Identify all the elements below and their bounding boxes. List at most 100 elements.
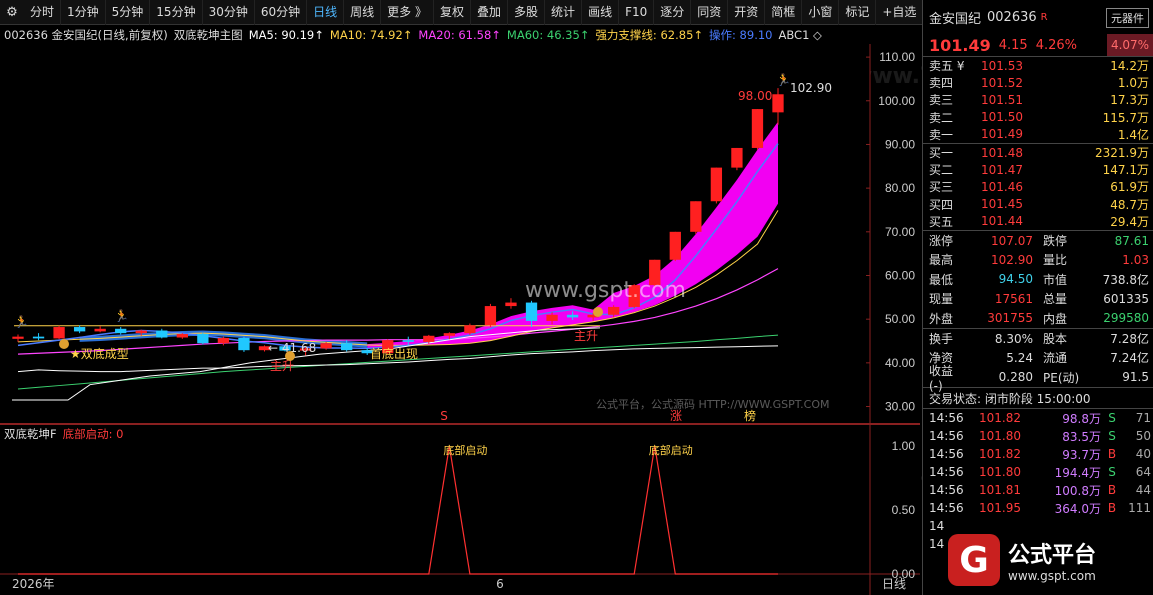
- toolbar-item[interactable]: 画线: [582, 0, 620, 25]
- candle-body[interactable]: [217, 337, 230, 344]
- stats1-l2: 量比: [1043, 253, 1068, 268]
- sell-vol: 115.7万: [1102, 110, 1149, 125]
- toolbar-item[interactable]: 统计: [545, 0, 583, 25]
- candlestick-chart[interactable]: 110.00 100.00 90.00 80.00 70.00 60.00 50.00 40.…: [0, 44, 920, 424]
- sell-row[interactable]: 卖五 ¥ 101.53 14.2万: [923, 57, 1153, 74]
- x-month-label: 6: [496, 577, 504, 591]
- y-tick-label: 60.00: [885, 268, 915, 282]
- sell-row[interactable]: 卖一 101.49 1.4亿: [923, 126, 1153, 143]
- toolbar-item[interactable]: 更多 》: [381, 0, 434, 25]
- sell-row[interactable]: 卖四 101.52 1.0万: [923, 74, 1153, 91]
- stats1-v1: 94.50: [998, 272, 1033, 287]
- candle-body[interactable]: [73, 327, 86, 332]
- toolbar-item[interactable]: 5分钟: [106, 0, 151, 25]
- candle-body[interactable]: [32, 336, 45, 339]
- toolbar-item[interactable]: 30分钟: [203, 0, 255, 25]
- trade-status: 交易状态: 闭市阶段 15:00:00: [923, 387, 1153, 409]
- sell-row[interactable]: 卖三 101.51 17.3万: [923, 91, 1153, 108]
- buy-label: 买一: [929, 146, 954, 161]
- candle-body[interactable]: [135, 330, 147, 334]
- candle-body[interactable]: [608, 306, 620, 315]
- toolbar-item[interactable]: 分时: [24, 0, 62, 25]
- candle-body[interactable]: [772, 94, 784, 113]
- toolbar-item[interactable]: 小窗: [802, 0, 840, 25]
- toolbar-item[interactable]: 多股: [508, 0, 546, 25]
- tick-t: 14:56: [929, 447, 964, 461]
- buy-row[interactable]: 买二 101.47 147.1万: [923, 161, 1153, 178]
- tick-n: 44: [1135, 483, 1151, 497]
- candle-body[interactable]: [751, 109, 764, 148]
- toolbar-item[interactable]: 简框: [765, 0, 803, 25]
- buy-vol: 147.1万: [1102, 163, 1149, 178]
- candle-body[interactable]: [197, 334, 209, 344]
- tick-n: 50: [1135, 429, 1151, 443]
- buy-row[interactable]: 买三 101.46 61.9万: [923, 178, 1153, 195]
- candle-body[interactable]: [710, 167, 723, 202]
- sell-row[interactable]: 卖二 101.50 115.7万: [923, 109, 1153, 126]
- sub-indicator-name[interactable]: 双底乾坤F: [4, 426, 57, 442]
- toolbar-item[interactable]: 60分钟: [255, 0, 308, 25]
- tick-p: 101.81: [979, 483, 1021, 497]
- toolbar-item[interactable]: +自选: [876, 0, 924, 25]
- tick-v: 194.4万: [1054, 465, 1101, 480]
- candle-body[interactable]: [423, 335, 435, 342]
- candle-body[interactable]: [566, 314, 579, 318]
- tick-s: B: [1107, 483, 1117, 497]
- candle-body[interactable]: [443, 333, 455, 336]
- toolbar-item[interactable]: 开资: [728, 0, 766, 25]
- buy-vol: 29.4万: [1110, 214, 1149, 229]
- candle-body[interactable]: [464, 325, 476, 334]
- target-price-label: 98.00: [738, 89, 772, 103]
- toolbar-item[interactable]: 日线: [307, 0, 345, 25]
- candle-body[interactable]: [402, 340, 414, 342]
- bottom-start-label: 底部启动: [649, 443, 693, 457]
- indicator-name[interactable]: 双底乾坤主图: [174, 27, 243, 43]
- candle-body[interactable]: [669, 231, 681, 260]
- stats1-v2: 87.61: [1114, 233, 1149, 248]
- candle-body[interactable]: [546, 314, 558, 321]
- sub-indicator-chart[interactable]: 1.000.500.00底部启动 底部启动2026年 6 日线: [0, 424, 920, 595]
- toolbar-item[interactable]: 同资: [691, 0, 729, 25]
- toolbar-item[interactable]: 15分钟: [150, 0, 203, 25]
- y-tick-label: 50.00: [885, 312, 915, 326]
- quote-panel: 金安国纪 002636 R 元器件 101.49 4.15 4.26% 4.07…: [922, 0, 1153, 595]
- sub-signal-value: 底部启动: 0: [62, 427, 124, 441]
- toolbar-item[interactable]: 1分钟: [61, 0, 106, 25]
- sector-pct: 4.07%: [1107, 34, 1153, 56]
- stock-title: 金安国纪 002636 R 元器件: [923, 0, 1153, 34]
- toolbar-item[interactable]: F10: [619, 0, 655, 25]
- candle-body[interactable]: [525, 302, 538, 321]
- abc-label[interactable]: ABC1 ◇: [778, 28, 821, 42]
- candle-body[interactable]: [53, 327, 65, 339]
- tick-v: 98.8万: [1062, 411, 1101, 426]
- sector-badge[interactable]: 元器件: [1106, 8, 1149, 28]
- toolbar-item[interactable]: 复权: [434, 0, 472, 25]
- candle-body[interactable]: [690, 201, 702, 232]
- candle-body[interactable]: [341, 343, 353, 351]
- toolbar-item[interactable]: 周线: [344, 0, 382, 25]
- period-label[interactable]: 日线: [882, 577, 906, 591]
- toolbar-item[interactable]: 逐分: [654, 0, 692, 25]
- candle-body[interactable]: [238, 337, 250, 351]
- toolbar-item[interactable]: 标记: [839, 0, 877, 25]
- candle-body[interactable]: [12, 336, 24, 339]
- candle-body[interactable]: [94, 328, 106, 332]
- candle-body[interactable]: [731, 147, 743, 168]
- candle-body[interactable]: [505, 302, 517, 307]
- buy-row[interactable]: 买一 101.48 2321.9万: [923, 144, 1153, 161]
- candle-body[interactable]: [176, 334, 188, 338]
- candle-body[interactable]: [484, 306, 497, 326]
- candle-body[interactable]: [115, 328, 127, 334]
- buy-price: 101.45: [981, 197, 1023, 212]
- stats1-v2: 601335: [1103, 291, 1149, 306]
- buy-row[interactable]: 买五 101.44 29.4万: [923, 213, 1153, 230]
- candle-body[interactable]: [156, 330, 168, 338]
- stats1-l2: 跌停: [1043, 234, 1068, 249]
- toolbar-item[interactable]: 叠加: [471, 0, 509, 25]
- buy-price: 101.46: [981, 179, 1023, 194]
- sell-price: 101.49: [981, 127, 1023, 142]
- tick-t: 14:56: [929, 411, 964, 425]
- buy-row[interactable]: 买四 101.45 48.7万: [923, 196, 1153, 213]
- settings-icon[interactable]: ⚙: [0, 0, 24, 25]
- candle-body[interactable]: [320, 343, 332, 349]
